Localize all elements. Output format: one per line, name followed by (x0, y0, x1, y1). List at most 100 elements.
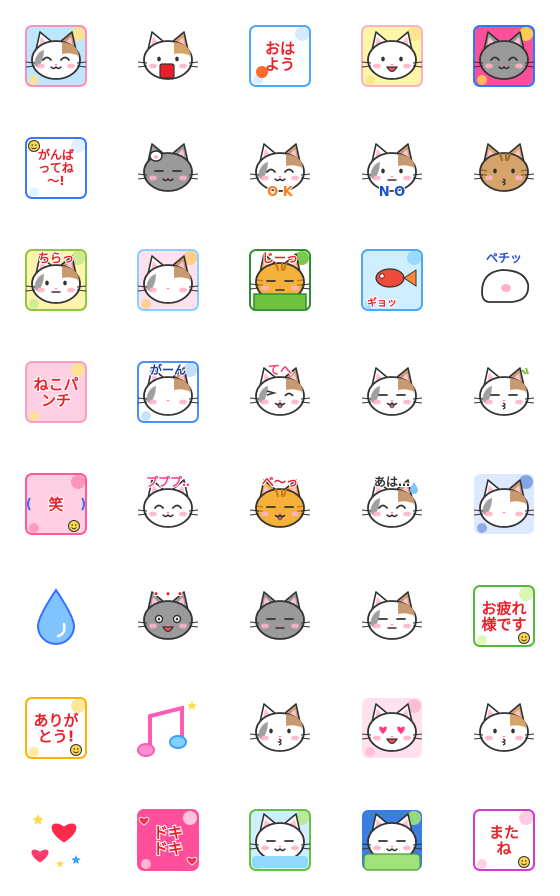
ohayou-greeting-art: おはよう (249, 25, 311, 87)
arigatou-art: ありがとう! (25, 697, 87, 759)
sticker-cat-watching-fish-tank[interactable] (136, 248, 200, 312)
cat-tongue-out-art (361, 367, 423, 416)
cat-holding-drink-art (137, 31, 199, 80)
water-drop-icon (36, 588, 76, 645)
gray-cat-stars-art (473, 25, 535, 87)
chiraa-peek-caption: ちらっ (38, 251, 74, 265)
bathtub-icon (252, 856, 308, 868)
sticker-tehe-wink[interactable]: てへ (248, 360, 312, 424)
arigatou-lettering: ありがとう! (33, 711, 79, 745)
sticker-matane-bye[interactable]: またね (472, 808, 536, 872)
sticker-water-drop[interactable] (24, 584, 88, 648)
ganbatte-ne-art: がんばってね〜! (25, 137, 87, 199)
sticker-cat-sleeping[interactable] (360, 584, 424, 648)
cat-pucker-kiss-art (473, 703, 535, 752)
gaan-shock-caption: がーん (150, 362, 186, 377)
gray-cat-dots-shock-caption: ・・・ (150, 587, 186, 601)
sticker-goldfish-gyo[interactable]: ギョッ (360, 248, 424, 312)
cat-ok-sign-caption: O K (267, 185, 294, 200)
music-notes-art (137, 701, 197, 757)
sticker-gray-cat-dots-shock[interactable]: ・・・ (136, 584, 200, 648)
blanket-icon (363, 853, 421, 871)
sun-icon (256, 66, 268, 78)
sticker-hearts-stars[interactable] (24, 808, 88, 872)
cat-ok-sign-art: O K (249, 143, 311, 201)
aha-sweat-caption: あは… (374, 475, 410, 489)
sticker-cat-surprised-sunburst[interactable] (360, 24, 424, 88)
warai-laugh-lettering: 笑 (48, 495, 63, 513)
tabby-cat-kiss-art (473, 143, 535, 192)
sticker-cat-kiss-face[interactable] (248, 696, 312, 760)
cat-hand-to-cheek-art (25, 25, 87, 87)
otsukaresama-art: お疲れ様です (473, 585, 535, 647)
gray-cat-dots-shock-art: ・・・ (137, 586, 199, 640)
tehe-wink-caption: てへ (268, 363, 292, 377)
jii-stare-caption: じーっ (262, 251, 298, 265)
cup-icon (159, 63, 175, 79)
tehe-wink-art: てへ (249, 362, 311, 416)
sticker-pupupu-giggle[interactable]: プププ‥ (136, 472, 200, 536)
neko-punch-art: ねこパンチ (25, 361, 87, 423)
sticker-gaan-shock[interactable]: がーん (136, 360, 200, 424)
pupupu-giggle-caption: プププ‥ (146, 474, 190, 489)
sticker-aha-sweat[interactable]: あは… (360, 472, 424, 536)
goldfish-gyo-caption: ギョッ (367, 296, 397, 309)
gaan-shock-art: がーん (137, 361, 199, 423)
sticker-arigatou[interactable]: ありがとう! (24, 696, 88, 760)
goldfish-icon (375, 268, 405, 288)
box-icon (253, 293, 307, 311)
pupupu-giggle-art: プププ‥ (137, 473, 199, 528)
sticker-cat-whistling[interactable] (472, 360, 536, 424)
water-drop-art (36, 588, 76, 645)
cat-whistling-art (473, 367, 535, 416)
sticker-ohayou-greeting[interactable]: おはよう (248, 24, 312, 88)
sticker-cat-pucker-kiss[interactable] (472, 696, 536, 760)
sweat-drop-icon (410, 482, 418, 494)
doki-doki-lettering: ドキドキ (153, 823, 183, 857)
matane-bye-art: またね (473, 809, 535, 871)
cat-surprised-sunburst-art (361, 25, 423, 87)
sticker-jii-stare[interactable]: じーっ (248, 248, 312, 312)
sticker-cat-hand-to-cheek[interactable] (24, 24, 88, 88)
ohayou-greeting-lettering: おはよう (265, 39, 295, 73)
cat-kiss-face-art (249, 703, 311, 752)
sticker-cat-in-bath[interactable] (248, 808, 312, 872)
sticker-gray-cat-rubbing-head[interactable] (136, 136, 200, 200)
aha-sweat-art: あは… (361, 474, 423, 528)
sticker-gray-cat-pouting[interactable] (248, 584, 312, 648)
chiraa-peek-art: ちらっ (25, 249, 87, 311)
cat-sleeping-art (361, 591, 423, 640)
sticker-doki-doki[interactable]: ドキドキ (136, 808, 200, 872)
pechi-paw-art: ペチッ (474, 250, 534, 310)
cat-in-bath-art (249, 809, 311, 871)
sticker-cat-under-blanket[interactable] (360, 808, 424, 872)
sticker-chiraa-peek[interactable]: ちらっ (24, 248, 88, 312)
cat-no-sign-art: N O (361, 143, 423, 201)
sticker-gray-cat-stars[interactable] (472, 24, 536, 88)
sticker-tabby-cat-kiss[interactable] (472, 136, 536, 200)
bee-tabby-caption: べ〜っ (262, 475, 298, 489)
sticker-ganbatte-ne[interactable]: がんばってね〜! (24, 136, 88, 200)
bee-tabby-art: べ〜っ (249, 474, 311, 528)
cat-gloomy-back-art (473, 474, 535, 534)
sticker-warai-laugh[interactable]: 笑 (24, 472, 88, 536)
cat-no-sign-caption: N O (379, 185, 405, 200)
sticker-music-notes[interactable] (136, 696, 200, 760)
sticker-cat-ok-sign[interactable]: O K (248, 136, 312, 201)
sticker-neko-punch[interactable]: ねこパンチ (24, 360, 88, 424)
gray-cat-pouting-art (249, 591, 311, 640)
gray-cat-rubbing-head-art (137, 143, 199, 192)
doki-doki-art: ドキドキ (137, 809, 199, 871)
jii-stare-art: じーっ (249, 249, 311, 311)
sticker-otsukaresama[interactable]: お疲れ様です (472, 584, 536, 648)
cat-under-blanket-art (361, 810, 423, 871)
sticker-cat-no-sign[interactable]: N O (360, 136, 424, 201)
cat-watching-fish-tank-art (137, 249, 199, 311)
sticker-pechi-paw[interactable]: ペチッ (472, 248, 536, 312)
sticker-cat-holding-drink[interactable] (136, 24, 200, 88)
sticker-bee-tabby[interactable]: べ〜っ (248, 472, 312, 536)
sticker-cat-heart-eyes[interactable] (360, 696, 424, 760)
sticker-cat-gloomy-back[interactable] (472, 472, 536, 536)
warai-laugh-art: 笑 (25, 473, 87, 535)
sticker-cat-tongue-out[interactable] (360, 360, 424, 424)
